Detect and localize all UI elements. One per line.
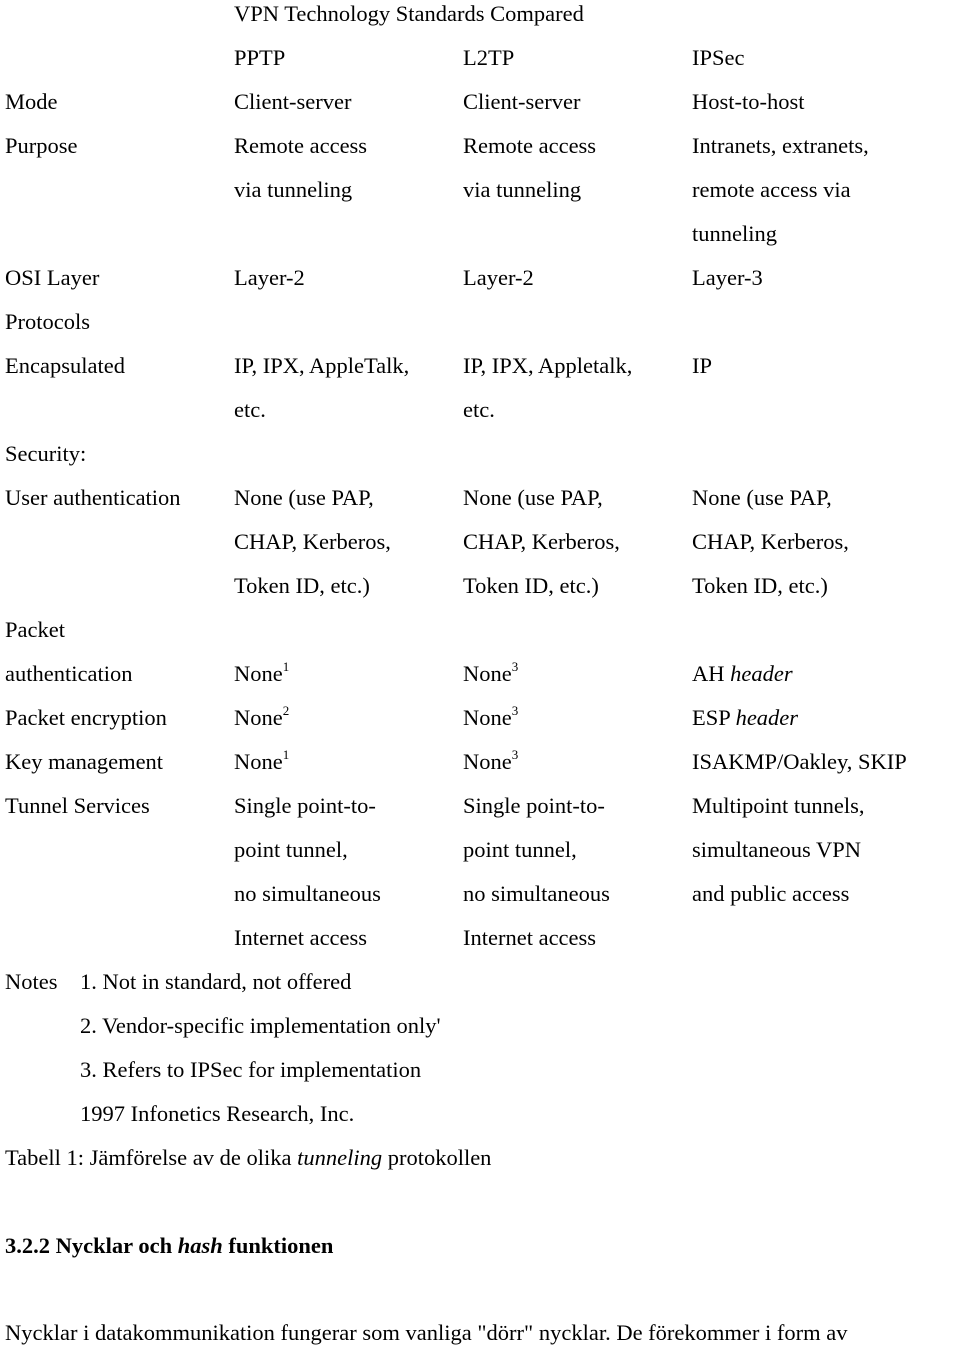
cell-userauth-pptp-line3: Token ID, etc.) <box>234 573 370 598</box>
cell-tunnel-l2tp-line2: point tunnel, <box>463 837 577 862</box>
cell-encryption-pptp: None2 <box>234 702 290 731</box>
cell-purpose-l2tp-line2: via tunneling <box>463 177 582 202</box>
cell-userauth-ipsec-line1: None (use PAP, <box>692 485 832 510</box>
heading-text: 3.2.2 Nycklar och <box>5 1233 178 1258</box>
cell-keymgmt-pptp: None1 <box>234 746 290 775</box>
footnote-ref: 2 <box>282 702 290 718</box>
value-text: ESP <box>692 705 730 730</box>
caption-text-end: protokollen <box>382 1145 492 1170</box>
cell-tunnel-ipsec-line3: and public access <box>692 881 850 906</box>
cell-protocols-pptp-line1: IP, IPX, AppleTalk, <box>234 353 410 378</box>
value-text: None <box>463 661 512 686</box>
cell-protocols-pptp-line2: etc. <box>234 397 266 422</box>
cell-userauth-pptp-line1: None (use PAP, <box>234 485 374 510</box>
table-caption: Tabell 1: Jämförelse av de olika tunneli… <box>5 1145 491 1171</box>
value-text: AH <box>692 661 725 686</box>
footnote-ref: 1 <box>282 746 290 762</box>
table-title: VPN Technology Standards Compared <box>234 1 584 26</box>
note-item: 2. Vendor-specific implementation only' <box>80 1013 441 1038</box>
row-label-encapsulated: Encapsulated <box>5 353 125 378</box>
cell-tunnel-pptp-line3: no simultaneous <box>234 881 381 906</box>
cell-protocols-ipsec: IP <box>692 353 713 378</box>
value-italic: header <box>735 705 799 730</box>
cell-userauth-pptp-line2: CHAP, Kerberos, <box>234 529 391 554</box>
footnote-ref: 1 <box>282 658 290 674</box>
cell-userauth-l2tp-line1: None (use PAP, <box>463 485 603 510</box>
cell-protocols-l2tp-line2: etc. <box>463 397 495 422</box>
cell-tunnel-ipsec-line2: simultaneous VPN <box>692 837 861 862</box>
row-label-packet-encryption: Packet encryption <box>5 705 167 730</box>
value-text: None <box>234 749 283 774</box>
cell-encryption-ipsec: ESP header <box>692 705 798 731</box>
cell-userauth-ipsec-line2: CHAP, Kerberos, <box>692 529 849 554</box>
row-label-tunnel-services: Tunnel Services <box>5 793 150 818</box>
value-text: ISAKMP/Oakley, SKIP <box>692 749 907 774</box>
heading-text-end: funktionen <box>222 1233 334 1258</box>
note-item: 3. Refers to IPSec for implementation <box>80 1057 422 1082</box>
cell-purpose-pptp-line1: Remote access <box>234 133 368 158</box>
row-label-osi-layer: OSI Layer <box>5 265 100 290</box>
cell-keymgmt-ipsec: ISAKMP/Oakley, SKIP <box>692 749 907 775</box>
cell-packetauth-l2tp: None3 <box>463 658 519 687</box>
cell-packetauth-ipsec: AH header <box>692 661 793 687</box>
row-label-mode: Mode <box>5 89 58 114</box>
cell-userauth-l2tp-line2: CHAP, Kerberos, <box>463 529 620 554</box>
cell-osi-pptp: Layer-2 <box>234 265 305 290</box>
value-text: None <box>463 749 512 774</box>
cell-purpose-ipsec-line2: remote access via <box>692 177 851 202</box>
cell-userauth-ipsec-line3: Token ID, etc.) <box>692 573 828 598</box>
cell-tunnel-pptp-line4: Internet access <box>234 925 368 950</box>
cell-mode-ipsec: Host-to-host <box>692 89 805 114</box>
cell-tunnel-pptp-line1: Single point-to- <box>234 793 376 818</box>
cell-mode-pptp: Client-server <box>234 89 352 114</box>
cell-tunnel-ipsec-line1: Multipoint tunnels, <box>692 793 865 818</box>
cell-packetauth-pptp: None1 <box>234 658 290 687</box>
cell-tunnel-l2tp-line4: Internet access <box>463 925 597 950</box>
notes-label: Notes <box>5 969 58 994</box>
column-header-pptp: PPTP <box>234 45 286 70</box>
cell-tunnel-pptp-line2: point tunnel, <box>234 837 348 862</box>
column-header-l2tp: L2TP <box>463 45 515 70</box>
heading-italic: hash <box>177 1233 223 1258</box>
footnote-ref: 3 <box>511 658 519 674</box>
value-italic: header <box>730 661 793 686</box>
row-label-authentication: authentication <box>5 661 133 686</box>
row-label-key-management: Key management <box>5 749 164 774</box>
caption-italic: tunneling <box>297 1145 383 1170</box>
source-credit: 1997 Infonetics Research, Inc. <box>80 1101 355 1126</box>
note-item: 1. Not in standard, not offered <box>80 969 352 994</box>
cell-tunnel-l2tp-line3: no simultaneous <box>463 881 610 906</box>
value-text: None <box>234 661 283 686</box>
section-label-security: Security: <box>5 441 87 466</box>
row-label-purpose: Purpose <box>5 133 78 158</box>
footnote-ref: 3 <box>511 702 519 718</box>
section-heading: 3.2.2 Nycklar och hash funktionen <box>5 1233 333 1259</box>
body-paragraph: Nycklar i datakommunikation fungerar som… <box>5 1320 848 1345</box>
cell-purpose-pptp-line2: via tunneling <box>234 177 353 202</box>
cell-protocols-l2tp-line1: IP, IPX, Appletalk, <box>463 353 633 378</box>
cell-purpose-ipsec-line3: tunneling <box>692 221 777 246</box>
cell-keymgmt-l2tp: None3 <box>463 746 519 775</box>
cell-tunnel-l2tp-line1: Single point-to- <box>463 793 605 818</box>
column-header-ipsec: IPSec <box>692 45 745 70</box>
cell-purpose-ipsec-line1: Intranets, extranets, <box>692 133 869 158</box>
row-label-protocols: Protocols <box>5 309 91 334</box>
cell-encryption-l2tp: None3 <box>463 702 519 731</box>
footnote-ref: 3 <box>511 746 519 762</box>
cell-userauth-l2tp-line3: Token ID, etc.) <box>463 573 599 598</box>
value-text: None <box>234 705 283 730</box>
cell-osi-ipsec: Layer-3 <box>692 265 763 290</box>
caption-text: Tabell 1: Jämförelse av de olika <box>5 1145 298 1170</box>
row-label-user-authentication: User authentication <box>5 485 181 510</box>
cell-purpose-l2tp-line1: Remote access <box>463 133 597 158</box>
cell-osi-l2tp: Layer-2 <box>463 265 534 290</box>
row-label-packet: Packet <box>5 617 65 642</box>
cell-mode-l2tp: Client-server <box>463 89 581 114</box>
value-text: None <box>463 705 512 730</box>
